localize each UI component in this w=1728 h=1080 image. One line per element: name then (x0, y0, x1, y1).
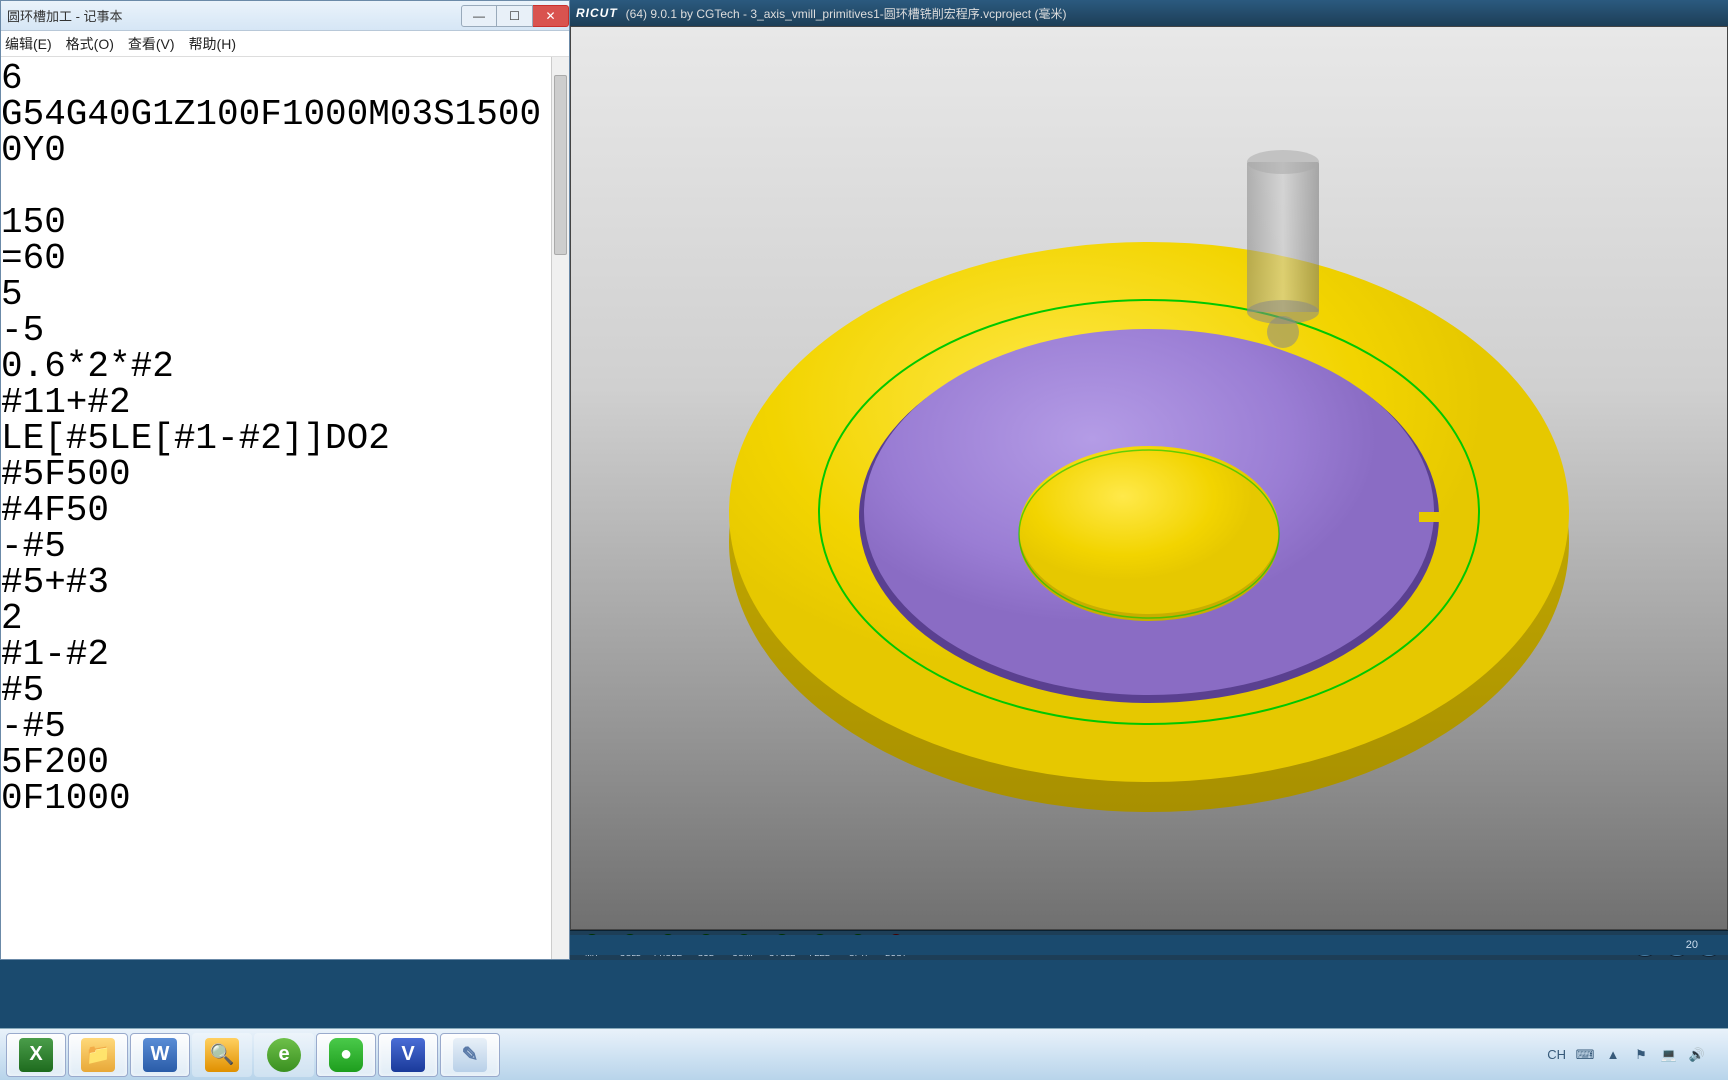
taskbar-item-notepad[interactable]: ✎ (440, 1033, 500, 1077)
minimize-button[interactable]: — (461, 5, 497, 27)
disc-scene (699, 142, 1599, 842)
taskbar-item-word[interactable]: W (130, 1033, 190, 1077)
notepad-menubar: 编辑(E) 格式(O) 查看(V) 帮助(H) (1, 31, 569, 57)
bottom-readout: 20 (1686, 939, 1698, 951)
keyboard-icon[interactable]: ⌨ (1576, 1046, 1594, 1064)
taskbar-item-wechat[interactable]: ● (316, 1033, 376, 1077)
maximize-button[interactable]: ☐ (497, 5, 533, 27)
magnifier-icon: 🔍 (205, 1038, 239, 1072)
vericut-viewport[interactable] (570, 26, 1728, 930)
menu-view[interactable]: 查看(V) (128, 34, 175, 54)
taskbar-item-excel[interactable]: X (6, 1033, 66, 1077)
explorer-icon: 📁 (81, 1038, 115, 1072)
vericut-window: RICUT (64) 9.0.1 by CGTech - 3_axis_vmil… (570, 0, 1728, 960)
taskbar-item-ie[interactable]: e (254, 1033, 314, 1077)
network-icon[interactable]: 💻 (1660, 1046, 1678, 1064)
tray-ime[interactable]: CH (1547, 1047, 1566, 1062)
vericut-titlebar[interactable]: RICUT (64) 9.0.1 by CGTech - 3_axis_vmil… (570, 0, 1728, 26)
ie-icon: e (267, 1038, 301, 1072)
scrollbar-thumb[interactable] (554, 75, 567, 255)
notepad-icon: ✎ (453, 1038, 487, 1072)
system-tray: CH ⌨ ▲ ⚑ 💻 🔊 (1547, 1046, 1722, 1064)
vericut-title: (64) 9.0.1 by CGTech - 3_axis_vmill_prim… (626, 5, 1067, 22)
notepad-window: 圆环槽加工 - 记事本 — ☐ ✕ 编辑(E) 格式(O) 查看(V) 帮助(H… (0, 0, 570, 960)
vericut-bottom-strip: 20 (570, 935, 1728, 955)
menu-help[interactable]: 帮助(H) (189, 34, 236, 54)
wechat-icon: ● (329, 1038, 363, 1072)
notepad-scrollbar[interactable] (551, 57, 569, 959)
notepad-body: 6 G54G40G1Z100F1000M03S1500 0Y0 150 =60 … (1, 57, 569, 959)
close-button[interactable]: ✕ (533, 5, 569, 27)
taskbar-item-explorer[interactable]: 📁 (68, 1033, 128, 1077)
excel-icon: X (19, 1038, 53, 1072)
taskbar-item-vericut[interactable]: V (378, 1033, 438, 1077)
notepad-title: 圆环槽加工 - 记事本 (7, 6, 123, 25)
vericut-icon: V (391, 1038, 425, 1072)
notepad-text[interactable]: 6 G54G40G1Z100F1000M03S1500 0Y0 150 =60 … (1, 57, 569, 817)
word-icon: W (143, 1038, 177, 1072)
taskbar: X 📁 W 🔍 e ● V ✎ CH ⌨ ▲ ⚑ 💻 🔊 (0, 1028, 1728, 1080)
tray-up-icon[interactable]: ▲ (1604, 1046, 1622, 1064)
volume-icon[interactable]: 🔊 (1688, 1046, 1706, 1064)
menu-edit[interactable]: 编辑(E) (5, 34, 52, 54)
notepad-titlebar[interactable]: 圆环槽加工 - 记事本 — ☐ ✕ (1, 1, 569, 31)
vericut-brand: RICUT (576, 6, 618, 20)
menu-format[interactable]: 格式(O) (66, 34, 114, 54)
flag-icon[interactable]: ⚑ (1632, 1046, 1650, 1064)
taskbar-item-magnifier[interactable]: 🔍 (192, 1033, 252, 1077)
